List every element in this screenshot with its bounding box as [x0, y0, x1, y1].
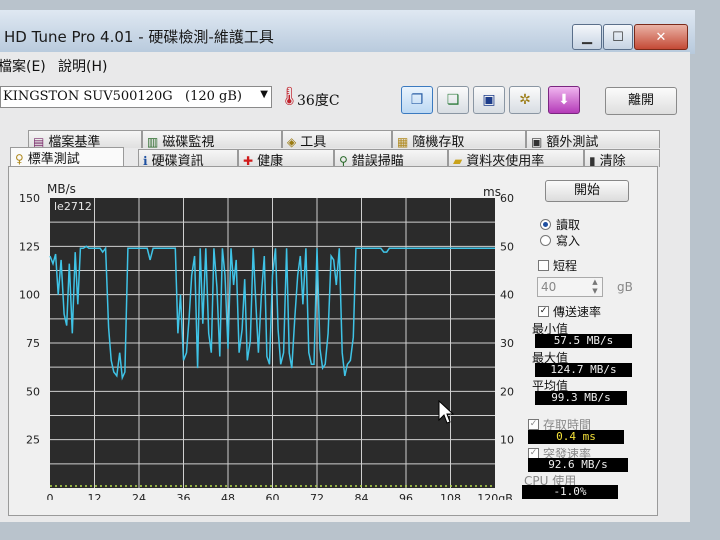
drive-size: (120 gB)	[185, 89, 242, 104]
tab-erase[interactable]: ▮ 清除	[584, 149, 660, 167]
x-tick-label: 84	[355, 492, 369, 500]
min-value: 57.5 MB/s	[535, 334, 632, 348]
y-left-tick-label: 125	[20, 240, 40, 253]
x-tick-label: 60	[266, 492, 280, 500]
tab-disk-info[interactable]: ℹ 硬碟資訊	[138, 149, 238, 167]
tab-extra-tests[interactable]: ▣ 額外測試	[526, 130, 660, 148]
max-value: 124.7 MB/s	[535, 363, 632, 377]
copy-screenshot-button[interactable]: ❏	[437, 86, 469, 114]
y-left-unit: MB/s	[47, 182, 76, 196]
y-right-tick-label: 30	[500, 337, 514, 350]
temperature-label: 36度C	[297, 93, 340, 109]
short-stroke-unit: gB	[617, 280, 633, 294]
benchmark-chart: MB/s msle27121501251007550256050403020100…	[20, 182, 514, 500]
x-tick-label: 120gB	[477, 492, 513, 500]
x-tick-label: 108	[440, 492, 461, 500]
x-tick-label: 24	[132, 492, 146, 500]
x-tick-label: 36	[177, 492, 191, 500]
cpu-usage-value: -1.0%	[522, 485, 618, 499]
exit-button[interactable]: 離開	[605, 87, 677, 115]
menu-help[interactable]: 說明(H)	[58, 56, 107, 76]
transfer-rate-checkbox[interactable]: ✓	[538, 306, 549, 317]
y-right-tick-label: 50	[500, 240, 514, 253]
tab-error-scan[interactable]: ⚲ 錯誤掃瞄	[334, 149, 448, 167]
y-right-tick-label: 40	[500, 289, 514, 302]
window-title: HD Tune Pro 4.01 - 硬碟檢測-維護工具	[4, 28, 274, 46]
write-radio[interactable]	[540, 235, 551, 246]
tab-folder-usage[interactable]: ▰ 資料夾使用率	[448, 149, 584, 167]
chevron-down-icon: ▼	[260, 89, 268, 100]
write-label: 寫入	[556, 234, 581, 248]
read-label: 讀取	[556, 218, 581, 232]
x-tick-label: 96	[399, 492, 413, 500]
tab-random-access[interactable]: ▦ 隨機存取	[392, 130, 526, 148]
y-right-tick-label: 60	[500, 192, 514, 205]
benchmark-icon: ♀	[15, 152, 24, 166]
access-time-value: 0.4 ms	[528, 430, 624, 444]
y-left-tick-label: 150	[20, 192, 40, 205]
download-button[interactable]: ⬇	[548, 86, 580, 114]
read-radio[interactable]	[540, 219, 551, 230]
save-button[interactable]: ▣	[473, 86, 505, 114]
y-right-tick-label: 10	[500, 434, 514, 447]
x-tick-label: 48	[221, 492, 235, 500]
minimize-button[interactable]: ▁	[572, 24, 602, 50]
tools-icon: ◈	[287, 135, 297, 148]
copy-text-icon: ❐	[410, 92, 424, 108]
copy-text-button[interactable]: ❐	[401, 86, 433, 114]
tab-disk-monitor[interactable]: ▥ 磁碟監視	[142, 130, 282, 148]
x-tick-label: 12	[88, 492, 102, 500]
chart-watermark: le2712	[54, 200, 92, 213]
random-access-icon: ▦	[397, 135, 409, 148]
tab-file-benchmark[interactable]: ▤ 檔案基準	[28, 130, 142, 148]
avg-value: 99.3 MB/s	[535, 391, 627, 405]
short-stroke-checkbox[interactable]	[538, 260, 549, 271]
maximize-button[interactable]: ☐	[603, 24, 633, 50]
extra-tests-icon: ▣	[531, 135, 543, 148]
y-right-tick-label: 20	[500, 385, 514, 398]
y-left-tick-label: 25	[26, 434, 40, 447]
y-left-tick-label: 50	[26, 385, 40, 398]
transfer-rate-label: 傳送速率	[553, 305, 602, 319]
tab-health[interactable]: ✚ 健康	[238, 149, 334, 167]
short-stroke-spinner[interactable]: ▲ ▼	[588, 278, 602, 296]
drive-select[interactable]: KINGSTON SUV500120G (120 gB) ▼	[0, 86, 272, 108]
y-left-tick-label: 75	[26, 337, 40, 350]
tab-tools[interactable]: ◈ 工具	[282, 130, 392, 148]
short-stroke-label: 短程	[553, 259, 578, 273]
y-left-tick-label: 100	[20, 289, 40, 302]
mouse-cursor-icon	[438, 400, 454, 424]
access-time-checkbox[interactable]: ✓	[528, 419, 539, 430]
bar-chart-icon: ▥	[147, 135, 159, 148]
burst-rate-value: 92.6 MB/s	[528, 458, 628, 472]
save-icon: ▣	[482, 92, 496, 108]
x-tick-label: 72	[310, 492, 324, 500]
options-icon: ✲	[519, 92, 531, 108]
options-button[interactable]: ✲	[509, 86, 541, 114]
tab-benchmark[interactable]: ♀ 標準測試	[10, 147, 124, 167]
start-button[interactable]: 開始	[545, 180, 629, 202]
download-icon: ⬇	[558, 92, 570, 108]
y-right-unit: ms	[483, 185, 501, 199]
drive-name: KINGSTON SUV500120G	[3, 89, 173, 104]
menu-file[interactable]: 檔案(E)	[0, 56, 46, 76]
close-button[interactable]: ✕	[634, 24, 688, 50]
copy-screenshot-icon: ❏	[446, 92, 460, 108]
x-tick-label: 0	[47, 492, 54, 500]
